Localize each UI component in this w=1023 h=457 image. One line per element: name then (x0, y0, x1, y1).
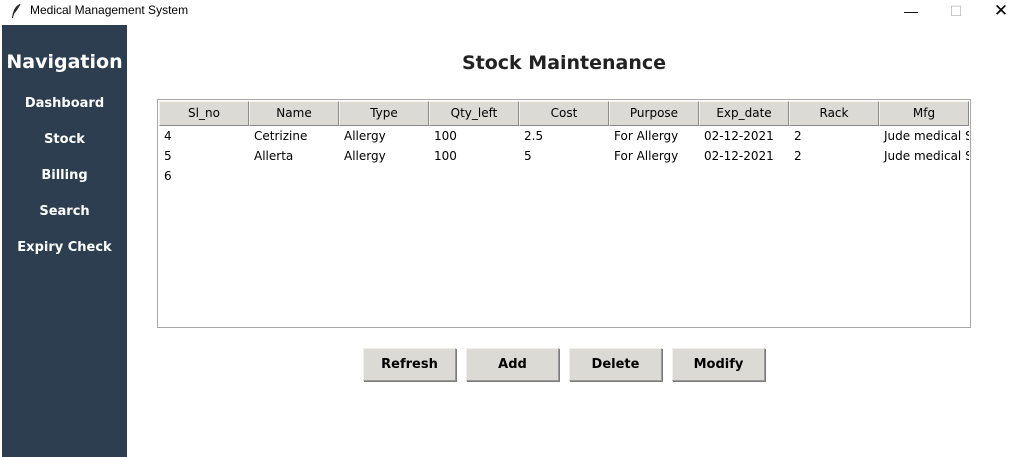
column-header-type[interactable]: Type (339, 101, 429, 126)
modify-button[interactable]: Modify (672, 348, 765, 381)
cell-purpose (609, 167, 699, 187)
cell-cost: 2.5 (524, 129, 544, 143)
stock-table[interactable]: Sl_no Name Type Qty_left Cost Purpose Ex… (157, 99, 971, 328)
sidebar-item-expiry-check[interactable]: Expiry Check (2, 240, 127, 255)
cell-sl-no: 6 (164, 169, 172, 183)
table-header: Sl_no Name Type Qty_left Cost Purpose Ex… (159, 101, 969, 126)
cell-exp-date: 02-12-2021 (704, 149, 774, 163)
sidebar-item-billing[interactable]: Billing (2, 168, 127, 183)
cell-name (249, 167, 339, 187)
cell-type: Allergy (344, 149, 386, 163)
close-button[interactable]: ✕ (978, 0, 1023, 22)
cell-qty-left (429, 167, 519, 187)
cell-cost: 5 (524, 149, 532, 163)
cell-cost (519, 167, 609, 187)
cell-sl-no: 4 (164, 129, 172, 143)
table-row[interactable]: 6 (159, 167, 969, 187)
minimize-button[interactable]: — (888, 0, 934, 22)
sidebar: Navigation Dashboard Stock Billing Searc… (2, 25, 127, 457)
column-header-qty-left[interactable]: Qty_left (429, 101, 519, 126)
table-row[interactable]: 5 Allerta Allergy 100 5 For Allergy 02-1… (159, 147, 969, 167)
close-icon: ✕ (993, 1, 1009, 20)
minimize-icon: — (904, 3, 918, 19)
column-header-rack[interactable]: Rack (789, 101, 879, 126)
window-title: Medical Management System (30, 3, 189, 17)
column-header-mfg[interactable]: Mfg (879, 101, 969, 126)
column-header-name[interactable]: Name (249, 101, 339, 126)
column-header-purpose[interactable]: Purpose (609, 101, 699, 126)
sidebar-item-stock[interactable]: Stock (2, 132, 127, 147)
cell-purpose: For Allergy (614, 129, 679, 143)
cell-exp-date: 02-12-2021 (704, 129, 774, 143)
sidebar-item-dashboard[interactable]: Dashboard (2, 96, 127, 111)
cell-sl-no: 5 (164, 149, 172, 163)
table-row[interactable]: 4 Cetrizine Allergy 100 2.5 For Allergy … (159, 127, 969, 147)
cell-qty-left: 100 (434, 129, 457, 143)
cell-type (339, 167, 429, 187)
maximize-button[interactable]: ☐ (933, 0, 979, 22)
cell-name: Allerta (254, 149, 294, 163)
cell-qty-left: 100 (434, 149, 457, 163)
page-title: Stock Maintenance (461, 52, 667, 74)
cell-rack: 2 (794, 149, 802, 163)
cell-rack (789, 167, 879, 187)
cell-mfg: Jude medical Sh (884, 149, 969, 163)
refresh-button[interactable]: Refresh (363, 348, 456, 381)
sidebar-item-search[interactable]: Search (2, 204, 127, 219)
table-body: 4 Cetrizine Allergy 100 2.5 For Allergy … (159, 127, 969, 187)
add-button[interactable]: Add (466, 348, 559, 381)
cell-purpose: For Allergy (614, 149, 679, 163)
column-header-cost[interactable]: Cost (519, 101, 609, 126)
column-header-sl-no[interactable]: Sl_no (159, 101, 249, 126)
cell-exp-date (699, 167, 789, 187)
cell-mfg: Jude medical Sh (884, 129, 969, 143)
sidebar-heading: Navigation (6, 51, 123, 73)
cell-type: Allergy (344, 129, 386, 143)
delete-button[interactable]: Delete (569, 348, 662, 381)
maximize-icon: ☐ (949, 2, 963, 19)
cell-rack: 2 (794, 129, 802, 143)
window-title-bar[interactable]: Medical Management System — ☐ ✕ (0, 0, 1023, 24)
cell-name: Cetrizine (254, 129, 308, 143)
column-header-exp-date[interactable]: Exp_date (699, 101, 789, 126)
feather-icon (12, 3, 21, 18)
cell-mfg (879, 167, 969, 187)
